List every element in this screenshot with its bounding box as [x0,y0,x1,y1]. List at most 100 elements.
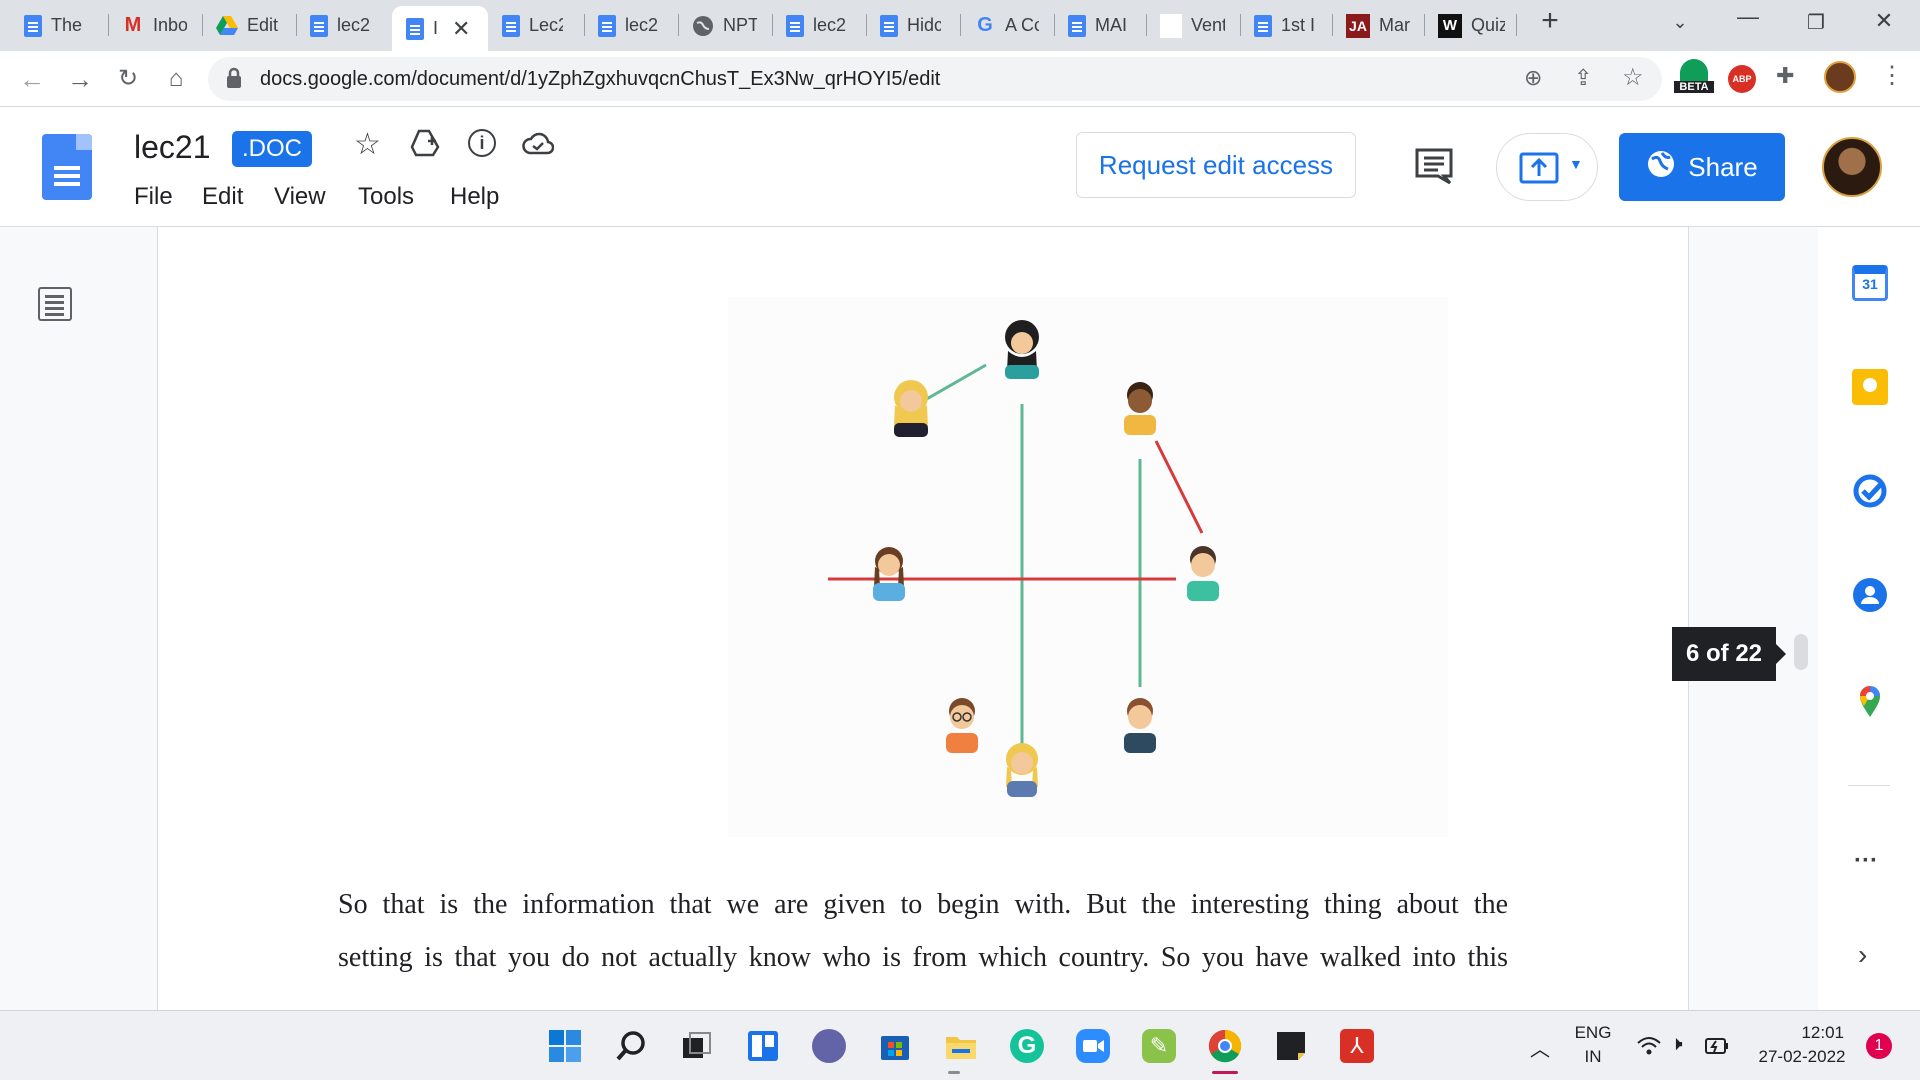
tab-14[interactable]: 1st I [1240,6,1336,45]
keep-icon[interactable] [1852,369,1888,405]
present-dropdown-button[interactable]: ▼ [1496,133,1598,201]
person-man-dark-skin [1124,382,1156,435]
person-woman-blonde-bottom [1006,743,1038,797]
widgets-icon[interactable] [746,1029,780,1063]
cloud-status-icon[interactable] [522,131,555,162]
profile-avatar[interactable] [1824,61,1856,93]
battery-icon[interactable] [1704,1035,1730,1062]
zoom-icon[interactable]: ⊕ [1524,65,1542,91]
acrobat-icon[interactable]: ⅄ [1340,1029,1374,1063]
notification-badge[interactable]: 1 [1866,1033,1892,1059]
menu-view[interactable]: View [274,183,326,211]
calendar-icon[interactable]: 31 [1852,265,1888,301]
tab-11[interactable]: G A Cc [960,6,1056,45]
person-woman-blonde-left [894,380,928,437]
document-title[interactable]: lec21 [134,129,211,166]
browser-menu-icon[interactable]: ⋮ [1880,61,1904,90]
page-indicator: 6 of 22 [1672,627,1786,681]
tab-2[interactable]: M Inbo [108,6,204,45]
back-arrow-icon[interactable]: ← [14,61,50,97]
tab-7[interactable]: lec2 [584,6,680,45]
close-icon[interactable]: ✕ [452,16,470,42]
person-woman-dark-hair-top [1005,320,1039,379]
close-window-button[interactable]: ✕ [1864,8,1904,34]
zoom-app-icon[interactable] [1076,1029,1110,1063]
tab-9[interactable]: lec2 [772,6,868,45]
wifi-icon[interactable] [1636,1035,1662,1062]
extensions-puzzle-icon[interactable]: ✚ [1776,63,1794,89]
share-page-icon[interactable]: ⇪ [1574,65,1592,91]
beta-label: BETA [1674,81,1714,93]
tab-label: 1st I [1281,15,1315,35]
scrollbar-thumb[interactable] [1794,634,1808,670]
document-canvas: So that is the information that we are g… [0,227,1920,1010]
minimize-button[interactable]: — [1728,4,1768,30]
lock-icon[interactable] [226,67,242,94]
clock[interactable]: 12:01 27-02-2022 [1752,1023,1852,1067]
restore-button[interactable]: ❐ [1796,10,1836,35]
tab-label: NPT [723,15,757,35]
taskbar: G ✎ ⅄ ︿ ENG IN 🕨 12:01 27-02-2022 1 [0,1010,1920,1080]
tab-search-chevron-icon[interactable]: ⌄ [1660,12,1700,33]
tab-8[interactable]: NPT [678,6,774,45]
search-icon[interactable] [614,1029,648,1063]
tab-6[interactable]: Lec2 [488,6,584,45]
tab-4[interactable]: lec2 [296,6,392,45]
maps-icon[interactable] [1852,683,1888,719]
menu-tools[interactable]: Tools [358,183,414,211]
docs-logo-icon[interactable] [42,134,92,200]
new-tab-button[interactable]: + [1530,4,1570,38]
sticky-notes-icon[interactable] [1274,1029,1308,1063]
tasks-icon[interactable] [1852,473,1888,509]
request-edit-access-button[interactable]: Request edit access [1076,132,1356,198]
tab-label: Hidc [907,15,941,35]
menu-file[interactable]: File [134,183,173,211]
more-apps-icon[interactable]: ··· [1854,847,1878,875]
info-icon[interactable]: i [468,129,496,157]
tab-1[interactable]: The [10,6,106,45]
tab-5-active[interactable]: I ✕ [392,6,488,51]
star-icon[interactable]: ☆ [354,127,381,162]
task-view-icon[interactable] [680,1029,714,1063]
chevron-down-icon: ▼ [1569,156,1583,172]
outline-icon[interactable] [38,287,72,321]
tab-label: I [433,18,439,38]
contacts-icon[interactable] [1852,577,1888,613]
share-label: Share [1688,151,1758,182]
share-button[interactable]: Share [1619,133,1785,201]
menu-edit[interactable]: Edit [202,183,243,211]
account-avatar[interactable] [1822,137,1882,197]
omnibox[interactable]: docs.google.com/document/d/1yZphZgxhuvqc… [208,57,1662,101]
forward-arrow-icon[interactable]: → [62,61,98,97]
beta-extension-icon[interactable]: BETA [1674,59,1714,99]
expand-panel-chevron-icon[interactable]: › [1858,939,1867,971]
tab-15[interactable]: JA Mar [1332,6,1428,45]
tab-13[interactable]: Vent [1146,6,1242,45]
adblock-icon[interactable]: ABP [1728,65,1756,93]
file-explorer-icon[interactable] [944,1029,978,1063]
docs-icon [406,17,424,40]
tab-label: lec2 [813,15,847,35]
windows-start-icon[interactable] [548,1029,582,1063]
chrome-icon[interactable] [1208,1029,1242,1063]
move-to-drive-icon[interactable] [410,129,440,162]
teams-chat-icon[interactable] [812,1029,846,1063]
tab-10[interactable]: Hidc [866,6,962,45]
comments-icon[interactable] [1414,147,1454,190]
home-icon[interactable]: ⌂ [158,61,194,97]
notepad-app-icon[interactable]: ✎ [1142,1029,1176,1063]
reload-icon[interactable]: ↻ [110,61,146,97]
language-indicator[interactable]: ENG IN [1570,1023,1616,1067]
bookmark-star-icon[interactable]: ☆ [1622,63,1644,92]
microsoft-store-icon[interactable] [878,1029,912,1063]
volume-icon[interactable]: 🕨 [1670,1033,1683,1056]
tab-3[interactable]: Edit [202,6,298,45]
tray-chevron-up-icon[interactable]: ︿ [1530,1033,1550,1062]
grammarly-icon[interactable]: G [1010,1029,1044,1063]
menu-help[interactable]: Help [450,183,499,211]
tab-label: Vent [1191,15,1225,35]
tab-16[interactable]: W Quiz [1424,6,1520,45]
paragraph-line-1: So that is the information that we are g… [338,889,1508,920]
tab-12[interactable]: MAI [1054,6,1150,45]
url-text[interactable]: docs.google.com/document/d/1yZphZgxhuvqc… [260,68,940,91]
